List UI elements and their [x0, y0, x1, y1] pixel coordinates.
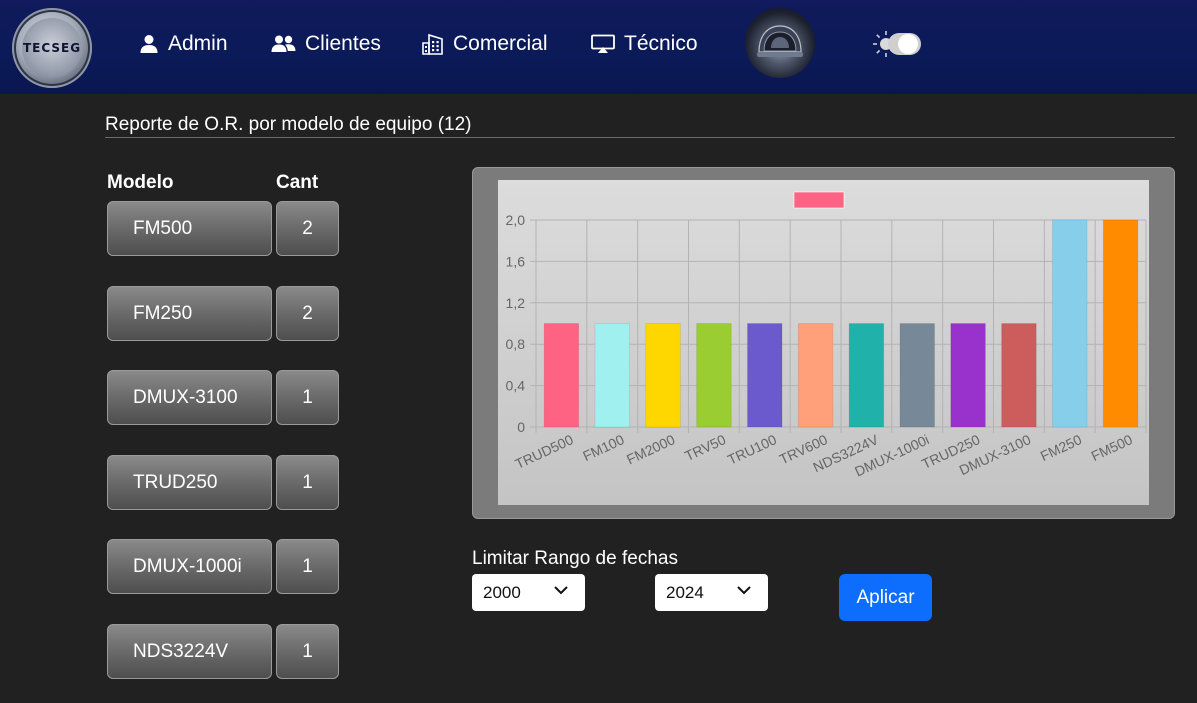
y-tick-label: 0,4 [506, 378, 526, 394]
user-icon [140, 35, 158, 53]
bar [543, 323, 580, 428]
date-range-label: Limitar Rango de fechas [472, 548, 678, 569]
model-button[interactable]: DMUX-1000i [107, 539, 272, 594]
nav-item-comercial[interactable]: Comercial [422, 31, 548, 57]
from-year-value: 2000 [483, 582, 521, 602]
users-icon [271, 35, 296, 52]
theme-toggle[interactable] [870, 28, 922, 60]
building-icon [422, 33, 443, 55]
from-year-select[interactable]: 2000 [472, 574, 585, 611]
bar [696, 323, 732, 428]
count-button[interactable]: 2 [276, 201, 339, 256]
bar [1051, 219, 1088, 428]
count-button[interactable]: 1 [276, 370, 339, 425]
nav-label-admin: Admin [168, 32, 228, 55]
y-tick-label: 1,2 [506, 295, 526, 311]
bar [645, 323, 681, 428]
chevron-down-icon [737, 586, 751, 595]
report-title: Reporte de O.R. por modelo de equipo (12… [105, 114, 1175, 138]
company-logo[interactable]: TECSEG [12, 8, 92, 88]
model-button[interactable]: FM250 [107, 286, 272, 341]
y-tick-label: 1,6 [506, 253, 526, 269]
logo-text: TECSEG [22, 41, 82, 55]
bar [899, 323, 936, 428]
sun-toggle-icon [873, 31, 921, 57]
nav-item-admin[interactable]: Admin [139, 31, 228, 57]
y-tick-label: 0,8 [506, 336, 526, 352]
y-tick-label: 0 [517, 419, 525, 435]
bar [797, 323, 834, 428]
bar [1001, 323, 1037, 428]
helmet-logo [745, 8, 815, 78]
model-button[interactable]: TRUD250 [107, 455, 272, 510]
bar-chart: 00,40,81,21,62,0TRUD500 FM100FM2000 TRV50T… [498, 180, 1149, 505]
column-header-count: Cant [276, 172, 319, 193]
model-button[interactable]: NDS3224V [107, 624, 272, 679]
count-button[interactable]: 1 [276, 539, 339, 594]
legend-swatch [793, 191, 845, 209]
count-button[interactable]: 1 [276, 624, 339, 679]
bar [950, 323, 986, 428]
nav-label-clientes: Clientes [305, 32, 381, 55]
chevron-down-icon [554, 586, 568, 595]
bar [746, 323, 783, 428]
bar [1102, 219, 1139, 428]
helmet-emblem-icon [757, 25, 803, 57]
nav-label-comercial: Comercial [453, 32, 548, 55]
monitor-icon [591, 34, 615, 53]
count-button[interactable]: 2 [276, 286, 339, 341]
nav-label-tecnico: Técnico [624, 32, 698, 55]
nav-item-clientes[interactable]: Clientes [271, 31, 381, 57]
top-navbar: TECSEG Admin Clientes Comercial Técnico [0, 0, 1197, 94]
nav-item-tecnico[interactable]: Técnico [591, 31, 698, 57]
bar [594, 323, 631, 428]
to-year-value: 2024 [666, 582, 704, 602]
bar [848, 323, 885, 428]
apply-button[interactable]: Aplicar [839, 574, 932, 621]
count-button[interactable]: 1 [276, 455, 339, 510]
model-button[interactable]: DMUX-3100 [107, 370, 272, 425]
to-year-select[interactable]: 2024 [655, 574, 768, 611]
column-header-model: Modelo [107, 172, 174, 193]
y-tick-label: 2,0 [506, 212, 526, 228]
model-button[interactable]: FM500 [107, 201, 272, 256]
